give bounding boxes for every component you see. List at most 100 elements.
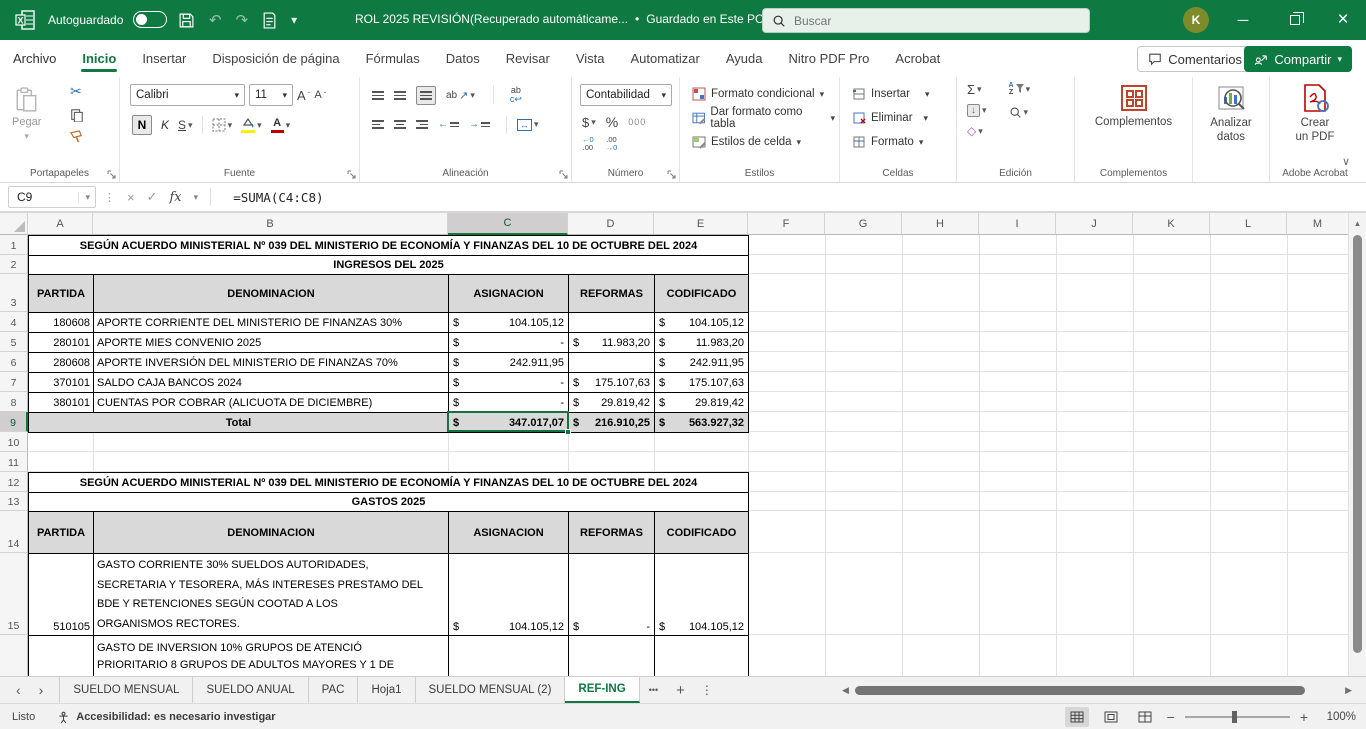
search-box[interactable] (762, 8, 1090, 33)
redo-button[interactable]: ↷ (236, 13, 249, 28)
cell-reformas[interactable]: $29.819,42 (569, 393, 655, 413)
select-all-corner[interactable] (0, 213, 28, 235)
hdr-asignacion[interactable]: ASIGNACION (449, 275, 569, 313)
hdr-codificado[interactable]: CODIFICADO (655, 275, 749, 313)
row-header-1[interactable]: 1 (0, 235, 28, 255)
cell-denominacion[interactable]: GASTO CORRIENTE 30% SUELDOS AUTORIDADES,… (94, 554, 449, 636)
paste-button[interactable]: Pegar ▾ (12, 79, 41, 142)
restore-button[interactable] (1272, 0, 1318, 40)
accessibility-status[interactable]: Accesibilidad: es necesario investigar (57, 711, 275, 724)
col-header-m[interactable]: M (1287, 213, 1348, 235)
align-center-icon[interactable] (394, 120, 406, 129)
orientation-button[interactable]: ab↗▾ (446, 89, 475, 102)
cell-denominacion[interactable]: CUENTAS POR COBRAR (ALICUOTA DE DICIEMBR… (94, 393, 449, 413)
close-button[interactable]: × (1320, 0, 1366, 40)
analyze-data-button[interactable]: Analizardatos (1193, 77, 1269, 145)
save-button[interactable] (178, 12, 195, 29)
new-sheet-button[interactable]: + (667, 677, 694, 703)
cell-partida[interactable]: 370101 (29, 373, 94, 393)
tab-archivo[interactable]: Archivo (0, 42, 69, 75)
font-dialog-launcher[interactable] (347, 170, 356, 179)
row-header-10[interactable]: 10 (0, 432, 28, 452)
cell-partida[interactable]: 280101 (29, 333, 94, 353)
row-header-16[interactable] (0, 635, 28, 676)
cell-a1-title[interactable]: SEGÚN ACUERDO MINISTERIAL Nº 039 DEL MIN… (29, 236, 749, 256)
decrease-indent-icon[interactable]: ← (438, 119, 459, 130)
row-header-13[interactable]: 13 (0, 492, 28, 511)
tab-vista[interactable]: Vista (563, 42, 618, 75)
fill-button[interactable]: ↓▾ (967, 104, 987, 117)
tab-ayuda[interactable]: Ayuda (713, 42, 776, 75)
cell-total-label[interactable]: Total (29, 413, 449, 433)
find-select-button[interactable]: ▾ (1009, 106, 1031, 119)
tab-revisar[interactable]: Revisar (493, 42, 563, 75)
collapse-ribbon-icon[interactable]: ∨ (1342, 155, 1350, 168)
cell-codificado[interactable] (655, 636, 749, 676)
font-name-select[interactable]: Calibri▾ (130, 84, 245, 106)
bold-button[interactable]: N (132, 115, 152, 135)
cell-reformas[interactable]: $175.107,63 (569, 373, 655, 393)
number-dialog-launcher[interactable] (667, 170, 676, 179)
cell-codificado[interactable]: $104.105,12 (655, 313, 749, 333)
hdr2-denominacion[interactable]: DENOMINACION (94, 512, 449, 554)
cell-asignacion[interactable]: $242.911,95 (449, 353, 569, 373)
sheet-nav-left-icon[interactable]: ‹ (16, 682, 21, 698)
addins-button[interactable]: Complementos (1075, 77, 1192, 128)
increase-font-icon[interactable]: Aˆ (297, 88, 310, 103)
align-bottom-icon[interactable] (416, 86, 436, 105)
normal-view-button[interactable] (1065, 707, 1089, 727)
cell-asignacion[interactable]: $- (449, 393, 569, 413)
row-header-3[interactable]: 3 (0, 274, 28, 312)
hdr-reformas[interactable]: REFORMAS (569, 275, 655, 313)
zoom-slider[interactable] (1185, 716, 1290, 718)
scroll-up-icon[interactable]: ▲ (1349, 213, 1366, 233)
tab-formulas[interactable]: Fórmulas (353, 42, 433, 75)
create-pdf-button[interactable]: Crearun PDF (1270, 77, 1360, 145)
autosum-button[interactable]: Σ▾ (967, 82, 987, 97)
zoom-slider-thumb[interactable] (1232, 711, 1237, 723)
cell-reformas[interactable]: $11.983,20 (569, 333, 655, 353)
copy-icon[interactable] (70, 108, 85, 122)
cell-asignacion[interactable]: $- (449, 373, 569, 393)
zoom-out-button[interactable]: − (1167, 709, 1175, 725)
insert-function-button[interactable]: fx (170, 190, 182, 205)
horizontal-scroll-thumb[interactable] (855, 686, 1305, 695)
cell-partida[interactable]: 280608 (29, 353, 94, 373)
row-header-7[interactable]: 7 (0, 372, 28, 392)
align-top-icon[interactable] (372, 91, 384, 100)
sheet-tab-sueldo-anual[interactable]: SUELDO ANUAL (193, 677, 308, 703)
cell-codificado[interactable]: $104.105,12 (655, 554, 749, 636)
hdr-denominacion[interactable]: DENOMINACION (94, 275, 449, 313)
scroll-left-icon[interactable]: ◀ (838, 685, 853, 696)
sheet-tab-hoja1[interactable]: Hoja1 (358, 677, 415, 703)
tab-acrobat[interactable]: Acrobat (882, 42, 953, 75)
confirm-entry-icon[interactable]: ✓ (147, 189, 158, 205)
share-button[interactable]: Compartir ▾ (1244, 46, 1352, 72)
cell-partida[interactable]: 510105 (29, 554, 94, 636)
sheet-tab-sueldo-mensual-2[interactable]: SUELDO MENSUAL (2) (416, 677, 566, 703)
font-size-select[interactable]: 11▾ (249, 84, 293, 106)
wrap-text-button[interactable]: abc↩ (510, 86, 522, 104)
sheet-tab-ref-ing-active[interactable]: REF-ING (565, 677, 639, 703)
row-header-5[interactable]: 5 (0, 332, 28, 352)
col-header-g[interactable]: G (825, 213, 902, 235)
increase-indent-icon[interactable]: → (469, 119, 490, 130)
decrease-decimal-button[interactable]: .00→0 (606, 136, 618, 151)
fill-handle[interactable] (565, 429, 571, 435)
cell-reformas[interactable] (569, 636, 655, 676)
align-right-icon[interactable] (416, 120, 428, 129)
vertical-scrollbar[interactable]: ▲ (1348, 213, 1366, 676)
col-header-c[interactable]: C (448, 213, 568, 235)
undo-button[interactable]: ↶ (209, 13, 222, 28)
cell-denominacion[interactable]: APORTE MIES CONVENIO 2025 (94, 333, 449, 353)
cancel-entry-icon[interactable]: × (127, 190, 135, 205)
cell-total-codificado[interactable]: $563.927,32 (655, 413, 749, 433)
hdr2-asignacion[interactable]: ASIGNACION (449, 512, 569, 554)
cell-a13-subtitle[interactable]: GASTOS 2025 (29, 493, 749, 512)
thousands-format-button[interactable]: 000 (628, 117, 646, 127)
row-header-12[interactable]: 12 (0, 472, 28, 492)
decrease-font-icon[interactable]: Aˇ (314, 89, 326, 101)
scroll-right-icon[interactable]: ▶ (1341, 685, 1356, 696)
document-title[interactable]: ROL 2025 REVISIÓN(Recuperado automáticam… (355, 12, 777, 26)
cell-c9-selected[interactable]: $347.017,07 (449, 413, 569, 433)
